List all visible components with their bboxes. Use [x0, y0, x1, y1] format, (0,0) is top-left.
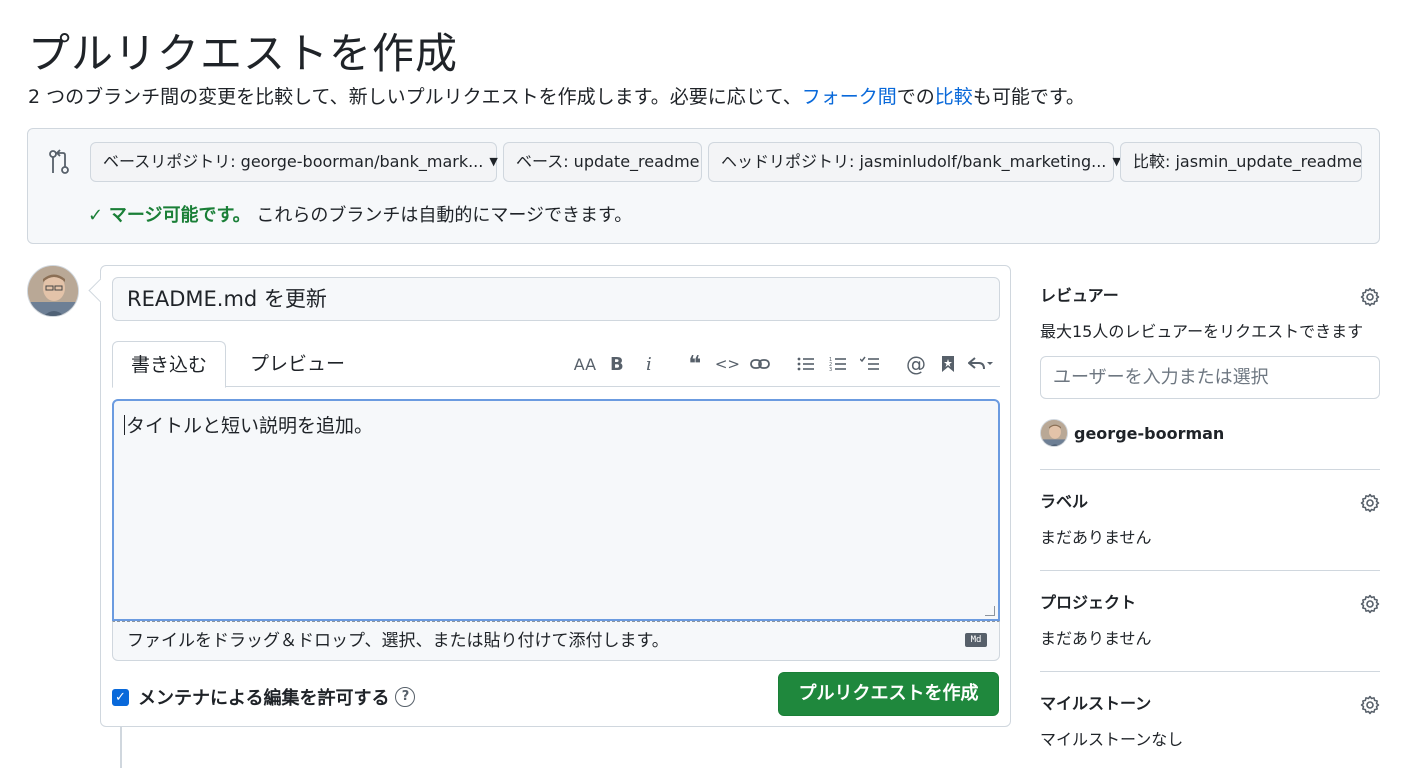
git-compare-icon	[49, 149, 69, 174]
quote-icon[interactable]: ❝	[683, 351, 707, 377]
head-repository-label: ヘッドリポジトリ: jasminludolf/bank_marketing...	[721, 152, 1107, 171]
subtitle-text: 2 つのブランチ間の変更を比較して、新しいプルリクエストを作成します。必要に応じ…	[28, 86, 802, 108]
task-list-icon[interactable]	[858, 351, 882, 377]
italic-icon[interactable]: i	[637, 351, 661, 377]
sidebar: レビュアー 最大15人のレビュアーをリクエストできます ユーザーを入力または選択…	[1040, 270, 1380, 762]
merge-status-ok: マージ可能です。	[108, 205, 251, 226]
milestone-heading: マイルストーン	[1040, 694, 1152, 713]
code-icon[interactable]: <>	[715, 351, 740, 377]
labels-section: ラベル まだありません	[1040, 470, 1380, 571]
avatar	[1040, 419, 1068, 447]
tab-write[interactable]: 書き込む	[112, 341, 227, 388]
pr-body-textarea[interactable]: タイトルと短い説明を追加。	[112, 399, 1000, 621]
gear-icon[interactable]	[1360, 594, 1380, 614]
projects-heading: プロジェクト	[1040, 593, 1137, 612]
avatar[interactable]	[27, 265, 79, 317]
compare-range-box: ベースリポジトリ: george-boorman/bank_mark... ▼ ベ…	[27, 128, 1380, 244]
milestone-value: マイルストーンなし	[1040, 730, 1184, 749]
gear-icon[interactable]	[1360, 493, 1380, 513]
reviewers-heading: レビュアー	[1040, 286, 1119, 305]
tab-preview[interactable]: プレビュー	[232, 341, 363, 388]
labels-heading: ラベル	[1040, 492, 1089, 511]
page-subtitle: 2 つのブランチ間の変更を比較して、新しいプルリクエストを作成します。必要に応じ…	[28, 82, 1085, 109]
gear-icon[interactable]	[1360, 695, 1380, 715]
pr-title-input[interactable]: README.md を更新	[112, 277, 1000, 321]
reviewer-username: george-boorman	[1074, 423, 1225, 443]
ordered-list-icon[interactable]: 123	[826, 351, 850, 377]
help-icon[interactable]: ?	[395, 687, 416, 707]
heading-icon[interactable]: AA	[573, 351, 597, 377]
file-attach-area[interactable]: ファイルをドラッグ＆ドロップ、選択、または貼り付けて添付します。 Md	[112, 621, 1000, 661]
base-repository-label: ベースリポジトリ: george-boorman/bank_mark...	[103, 152, 484, 171]
editor-tab-bar: 書き込む プレビュー AA B i ❝ <> 123 @	[112, 341, 1000, 388]
base-branch-label: ベース: update_readme	[516, 152, 700, 171]
text-cursor	[124, 415, 125, 435]
pull-request-form: README.md を更新 書き込む プレビュー AA B i ❝ <> 123	[100, 265, 1011, 727]
reply-icon[interactable]	[968, 351, 994, 377]
merge-status: ✓ マージ可能です。 これらのブランチは自動的にマージできます。	[88, 201, 632, 227]
mention-icon[interactable]: @	[904, 351, 928, 377]
projects-section: プロジェクト まだありません	[1040, 571, 1380, 672]
markdown-icon: Md	[965, 633, 987, 647]
reviewers-section: レビュアー 最大15人のレビュアーをリクエストできます ユーザーを入力または選択…	[1040, 270, 1380, 470]
check-icon: ✓	[88, 205, 104, 226]
base-branch-select[interactable]: ベース: update_readme	[503, 142, 702, 182]
subtitle-text-end: も可能です。	[972, 86, 1085, 108]
allow-edits-label: メンテナによる編集を許可する	[138, 688, 390, 709]
compare-branch-label: 比較: jasmin_update_readme	[1133, 152, 1363, 171]
attach-hint: ファイルをドラッグ＆ドロップ、選択、または貼り付けて添付します。	[127, 631, 669, 651]
reviewer-item[interactable]: george-boorman	[1040, 419, 1380, 447]
timeline-line	[120, 727, 122, 768]
bold-icon[interactable]: B	[605, 351, 629, 377]
gear-icon[interactable]	[1360, 287, 1380, 307]
create-pull-request-button[interactable]: プルリクエストを作成	[778, 672, 999, 716]
page-title: プルリクエストを作成	[28, 29, 459, 78]
svg-text:3: 3	[829, 367, 832, 372]
milestone-section: マイルストーン マイルストーンなし	[1040, 672, 1380, 762]
reference-icon[interactable]	[936, 351, 960, 377]
head-repository-select[interactable]: ヘッドリポジトリ: jasminludolf/bank_marketing...…	[708, 142, 1121, 182]
markdown-toolbar: AA B i ❝ <> 123 @	[569, 351, 998, 377]
compare-link[interactable]: 比較	[935, 86, 973, 108]
unordered-list-icon[interactable]	[794, 351, 818, 377]
compare-branch-select[interactable]: 比較: jasmin_update_readme	[1120, 142, 1362, 182]
across-forks-link[interactable]: フォーク間	[802, 86, 897, 108]
resize-handle-icon[interactable]	[985, 606, 995, 616]
labels-value: まだありません	[1040, 528, 1152, 547]
subtitle-text-mid: での	[896, 86, 935, 108]
avatar-image	[28, 266, 78, 316]
caret-down-icon: ▼	[489, 155, 498, 168]
allow-maintainer-edits: ✓ メンテナによる編集を許可する ?	[112, 684, 416, 710]
link-icon[interactable]	[748, 351, 772, 377]
base-repository-select[interactable]: ベースリポジトリ: george-boorman/bank_mark... ▼	[90, 142, 498, 182]
reviewers-note: 最大15人のレビュアーをリクエストできます	[1040, 322, 1364, 341]
pr-body-text: タイトルと短い説明を追加。	[126, 415, 374, 437]
merge-status-detail: これらのブランチは自動的にマージできます。	[256, 205, 633, 226]
reviewer-search-input[interactable]: ユーザーを入力または選択	[1040, 356, 1380, 399]
allow-edits-checkbox[interactable]: ✓	[112, 688, 129, 706]
projects-value: まだありません	[1040, 629, 1152, 648]
